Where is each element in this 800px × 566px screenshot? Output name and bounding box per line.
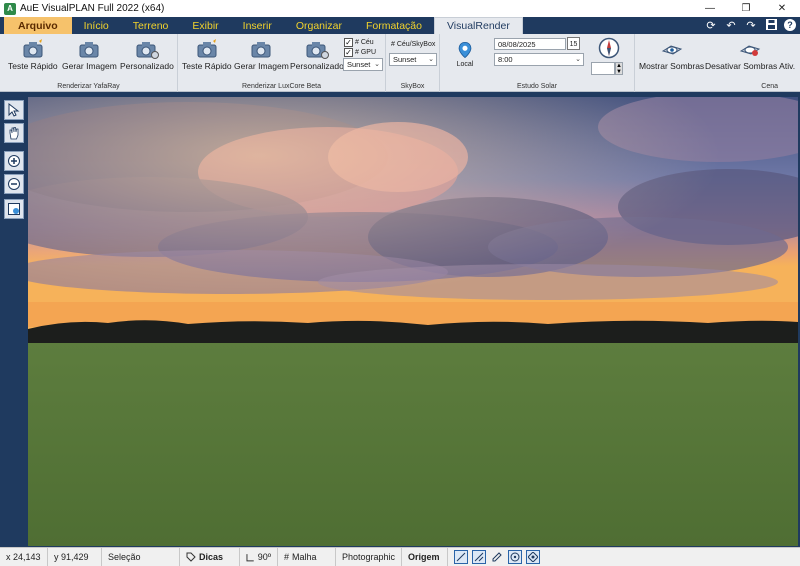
ribbon-tab-bar: Arquivo Início Terreno Exibir Inserir Or… [0, 17, 800, 34]
group-skybox: # Céu/SkyBox Sunset ⌄ SkyBox [386, 34, 440, 92]
sunset-scene-image [28, 97, 798, 546]
hand-icon [9, 127, 19, 140]
zoom-out-icon [8, 178, 20, 190]
group-estudo-solar: Local 08/08/2025 15 8:00 ⌄ ▲ ▼ Estudo Sola… [440, 34, 635, 92]
group-renderizar-yafaray: Teste Rápido Gerar Imagem Personalizado … [0, 34, 178, 92]
camera-render-icon [251, 42, 271, 58]
tab-organizar[interactable]: Organizar [284, 17, 354, 34]
undo-icon[interactable]: ↶ [724, 19, 738, 33]
pan-hand-tool[interactable] [4, 123, 24, 143]
luxcore-teste-rapido-button[interactable]: Teste Rápido [182, 38, 232, 71]
status-angle-toggle[interactable]: 90º [240, 547, 278, 566]
camera-settings-icon [306, 42, 329, 59]
status-x-coord: x 24,143 [0, 547, 48, 566]
status-selecao: Seleção [102, 547, 180, 566]
zoom-out-tool[interactable] [4, 174, 24, 194]
snap-center-icon[interactable] [508, 550, 522, 564]
app-logo-icon: A [4, 2, 16, 15]
calendar-icon[interactable]: 15 [567, 37, 580, 50]
status-malha-toggle[interactable]: # Malha [278, 547, 336, 566]
save-icon[interactable] [764, 19, 778, 33]
north-angle-input[interactable] [591, 62, 615, 75]
time-select[interactable]: 8:00 ⌄ [494, 53, 584, 66]
zoom-window-icon [8, 203, 20, 215]
camera-quick-icon [197, 39, 217, 58]
yafaray-personalizado-button[interactable]: Personalizado [120, 38, 174, 71]
status-origem[interactable]: Origem [402, 547, 448, 566]
status-y-coord: y 91,429 [48, 547, 102, 566]
render-viewport[interactable] [28, 97, 798, 546]
tab-exibir[interactable]: Exibir [180, 17, 230, 34]
tab-formatacao[interactable]: Formatação [354, 17, 434, 34]
tab-inserir[interactable]: Inserir [231, 17, 284, 34]
check-icon: ✓ [344, 38, 353, 47]
map-pin-icon [458, 41, 472, 59]
desativar-sombras-button[interactable]: Desativar Sombras Ativ. [705, 38, 795, 71]
cursor-arrow-icon [8, 103, 20, 117]
group-label-yafaray: Renderizar YafaRay [57, 83, 120, 90]
minimize-button[interactable]: — [692, 0, 728, 17]
skybox-caption: # Céu/SkyBox [391, 41, 436, 48]
zoom-in-icon [8, 155, 20, 167]
close-button[interactable]: ✕ [764, 0, 800, 17]
check-icon: ✓ [344, 48, 353, 57]
snap-target-icon[interactable] [526, 550, 540, 564]
luxcore-ceu-checkbox[interactable]: ✓ # Céu [344, 38, 374, 47]
tab-terreno[interactable]: Terreno [121, 17, 181, 34]
luxcore-gerar-imagem-button[interactable]: Gerar Imagem [234, 38, 289, 71]
tab-inicio[interactable]: Início [72, 17, 121, 34]
spinner-icon[interactable]: ▲ ▼ [615, 62, 623, 75]
group-label-luxcore: Renderizar LuxCore Beta [242, 83, 321, 90]
zoom-extents-tool[interactable] [4, 199, 24, 219]
yafaray-teste-rapido-button[interactable]: Teste Rápido [8, 38, 58, 71]
tag-icon [186, 552, 196, 562]
maximize-button[interactable]: ❐ [728, 0, 764, 17]
shadow-off-icon [739, 45, 761, 56]
compass-icon[interactable] [598, 37, 620, 59]
status-bar: x 24,143 y 91,429 Seleção Dicas 90º # Mal… [0, 547, 800, 566]
yafaray-gerar-imagem-button[interactable]: Gerar Imagem [62, 38, 117, 71]
zoom-in-tool[interactable] [4, 151, 24, 171]
title-bar: A AuE VisualPLAN Full 2022 (x64) — ❐ ✕ [0, 0, 800, 17]
group-renderizar-luxcore: Teste Rápido Gerar Imagem Personalizado … [178, 34, 386, 92]
shadow-eye-icon [661, 45, 682, 55]
luxcore-gpu-checkbox[interactable]: ✓ # GPU [344, 48, 376, 57]
help-icon[interactable]: ? [784, 19, 796, 31]
window-title: AuE VisualPLAN Full 2022 (x64) [20, 3, 165, 14]
left-toolbox [0, 92, 28, 547]
luxcore-personalizado-button[interactable]: Personalizado [290, 38, 344, 71]
ribbon: Teste Rápido Gerar Imagem Personalizado … [0, 34, 800, 92]
snap-perpendicular-icon[interactable] [472, 550, 486, 564]
status-dicas-toggle[interactable]: Dicas [180, 547, 240, 566]
redo-icon[interactable]: ↷ [744, 19, 758, 33]
camera-settings-icon [136, 42, 159, 59]
quick-access-toolbar: ⟳ ↶ ↷ ? [704, 19, 796, 33]
chevron-down-icon: ⌄ [374, 61, 380, 68]
camera-quick-icon [23, 39, 43, 58]
group-label-estudo-solar: Estudo Solar [516, 83, 558, 90]
skybox-preset-select[interactable]: Sunset ⌄ [389, 53, 437, 66]
group-label-cena: Cena [761, 83, 778, 90]
date-input[interactable]: 08/08/2025 [494, 38, 566, 50]
angle-icon [246, 553, 254, 561]
group-label-skybox: SkyBox [400, 83, 425, 90]
refresh-icon[interactable]: ⟳ [704, 19, 718, 33]
grid-icon: # [284, 552, 290, 562]
tab-visualrender[interactable]: VisualRender [433, 17, 523, 34]
select-arrow-tool[interactable] [4, 100, 24, 120]
chevron-down-icon: ⌄ [575, 56, 581, 63]
status-style[interactable]: Photographic [336, 547, 402, 566]
snap-line-icon[interactable] [454, 550, 468, 564]
mostrar-sombras-button[interactable]: Mostrar Sombras [639, 38, 704, 71]
tab-arquivo[interactable]: Arquivo [4, 17, 72, 34]
group-cena: Mostrar Sombras Desativar Sombras Ativ. … [635, 34, 800, 92]
local-button[interactable]: Local [454, 40, 476, 68]
chevron-down-icon: ⌄ [428, 56, 434, 63]
camera-render-icon [79, 42, 99, 58]
luxcore-preset-select[interactable]: Sunset ⌄ [343, 58, 383, 71]
snap-pencil-icon[interactable] [490, 550, 504, 564]
